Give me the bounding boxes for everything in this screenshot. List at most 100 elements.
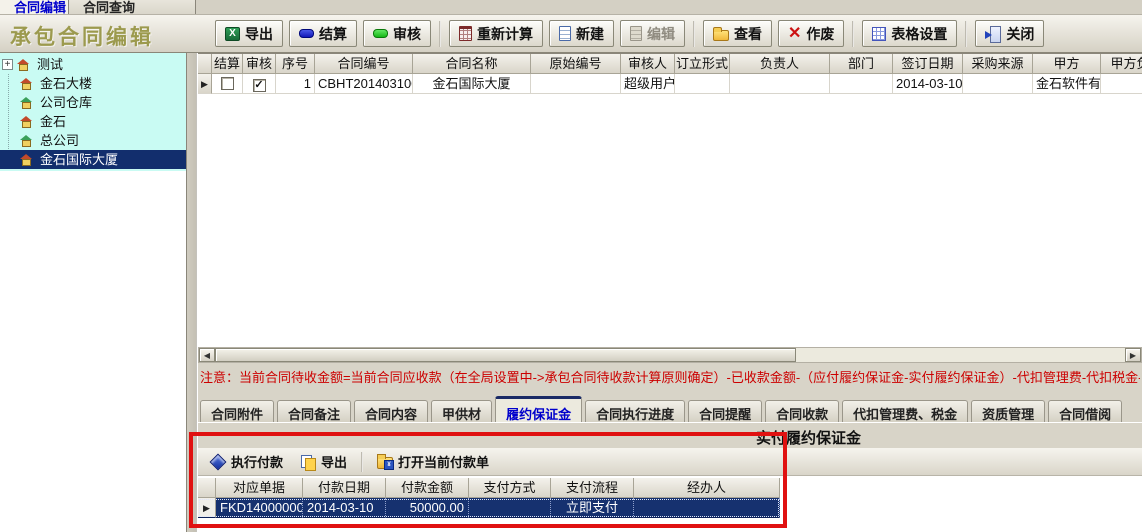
payments-grid-zone: 对应单据 付款日期 付款金额 支付方式 支付流程 经办人 ▶ FKD140000… bbox=[198, 476, 1142, 532]
tree-item-company-warehouse[interactable]: 公司仓库 bbox=[0, 93, 186, 112]
col-sign-date[interactable]: 签订日期 bbox=[893, 54, 963, 74]
tab-contract-reminder[interactable]: 合同提醒 bbox=[688, 400, 762, 422]
col-party-a[interactable]: 甲方 bbox=[1033, 54, 1101, 74]
tab-contract-receipts[interactable]: 合同收款 bbox=[765, 400, 839, 422]
col-original-no[interactable]: 原始编号 bbox=[531, 54, 621, 74]
col-contract-no[interactable]: 合同编号 bbox=[315, 54, 413, 74]
horizontal-scrollbar[interactable]: ◀ ▶ bbox=[198, 347, 1142, 363]
house-icon bbox=[20, 97, 33, 109]
col-auditor[interactable]: 审核人 bbox=[621, 54, 675, 74]
edit-icon bbox=[630, 26, 642, 41]
tab-contract-content[interactable]: 合同内容 bbox=[354, 400, 428, 422]
void-button[interactable]: ✕ 作废 bbox=[778, 20, 844, 47]
tab-qualification-management[interactable]: 资质管理 bbox=[971, 400, 1045, 422]
exit-door-icon bbox=[985, 26, 1001, 41]
tab-party-a-materials[interactable]: 甲供材 bbox=[431, 400, 492, 422]
new-button[interactable]: 新建 bbox=[549, 20, 614, 47]
expand-plus-icon[interactable]: + bbox=[2, 59, 13, 70]
col-settle[interactable]: 结算 bbox=[212, 54, 243, 74]
export-button-label: 导出 bbox=[245, 24, 273, 44]
col-pay-method[interactable]: 支付方式 bbox=[469, 478, 551, 498]
col-party-a-owner[interactable]: 甲方负 bbox=[1101, 54, 1142, 74]
audit-button[interactable]: 审核 bbox=[363, 20, 431, 47]
tab-contract-remarks[interactable]: 合同备注 bbox=[277, 400, 351, 422]
tab-execution-progress[interactable]: 合同执行进度 bbox=[585, 400, 685, 422]
settle-button[interactable]: 结算 bbox=[289, 20, 357, 47]
export-button[interactable]: X 导出 bbox=[215, 20, 283, 47]
deposit-export-button[interactable]: 导出 bbox=[297, 450, 351, 473]
execute-payment-button[interactable]: 执行付款 bbox=[206, 450, 287, 473]
col-doc-no[interactable]: 对应单据 bbox=[216, 478, 303, 498]
settle-cell bbox=[212, 74, 243, 94]
tab-contract-borrowing[interactable]: 合同借阅 bbox=[1048, 400, 1122, 422]
col-dept[interactable]: 部门 bbox=[830, 54, 893, 74]
toolbar-separator bbox=[439, 21, 441, 47]
contract-table-row[interactable]: ▶ ✓ 1 CBHT2014031001 金石国际大厦 超级用户 2014-03… bbox=[198, 74, 1142, 94]
toolbar-separator bbox=[361, 452, 363, 472]
contract-name-cell: 金石国际大厦 bbox=[413, 74, 531, 94]
col-contract-name[interactable]: 合同名称 bbox=[413, 54, 531, 74]
form-cell bbox=[675, 74, 730, 94]
tab-contract-attachments[interactable]: 合同附件 bbox=[200, 400, 274, 422]
tree-item-jinshi[interactable]: 金石 bbox=[0, 112, 186, 131]
house-icon bbox=[20, 154, 33, 166]
recalculate-button[interactable]: 重新计算 bbox=[449, 20, 543, 47]
contracts-grid-header: 结算 审核 序号 合同编号 合同名称 原始编号 审核人 订立形式 负责人 部门 … bbox=[198, 54, 1142, 74]
tree-item-head-office[interactable]: 总公司 bbox=[0, 131, 186, 150]
scroll-left-arrow[interactable]: ◀ bbox=[199, 348, 215, 362]
view-button[interactable]: 查看 bbox=[703, 20, 772, 47]
auditor-cell: 超级用户 bbox=[621, 74, 675, 94]
settle-checkbox[interactable] bbox=[221, 77, 234, 90]
tree-item-jinshi-international[interactable]: 金石国际大厦 bbox=[0, 150, 186, 169]
project-tree-sidebar: + 测试 金石大楼 公司仓库 金石 总公司 bbox=[0, 53, 186, 532]
deposit-export-label: 导出 bbox=[321, 452, 347, 471]
calculator-icon bbox=[459, 26, 472, 41]
payments-grid-header: 对应单据 付款日期 付款金额 支付方式 支付流程 经办人 bbox=[198, 478, 780, 498]
sidebar-splitter[interactable] bbox=[186, 53, 198, 532]
toolbar-separator bbox=[852, 21, 854, 47]
project-tree: + 测试 金石大楼 公司仓库 金石 总公司 bbox=[0, 55, 186, 169]
original-no-cell bbox=[531, 74, 621, 94]
owner-cell bbox=[730, 74, 830, 94]
selector-header-cell bbox=[198, 478, 216, 498]
col-owner[interactable]: 负责人 bbox=[730, 54, 830, 74]
deposit-panel-titlebar: 实付履约保证金 bbox=[198, 422, 1142, 448]
pay-date-cell: 2014-03-10 bbox=[303, 498, 386, 518]
export-pages-icon bbox=[301, 455, 316, 469]
deposit-panel-title: 实付履约保证金 bbox=[756, 427, 861, 448]
tab-withholding-fees-tax[interactable]: 代扣管理费、税金 bbox=[842, 400, 968, 422]
col-seq[interactable]: 序号 bbox=[276, 54, 315, 74]
pay-method-cell bbox=[469, 498, 551, 518]
dept-cell bbox=[830, 74, 893, 94]
col-pay-flow[interactable]: 支付流程 bbox=[551, 478, 634, 498]
scroll-right-arrow[interactable]: ▶ bbox=[1125, 348, 1141, 362]
scrollbar-thumb[interactable] bbox=[215, 348, 796, 362]
payment-table-row[interactable]: ▶ FKD140000002 2014-03-10 50000.00 立即支付 bbox=[198, 498, 780, 518]
tree-item-jinshi-building[interactable]: 金石大楼 bbox=[0, 74, 186, 93]
tree-item-label: 总公司 bbox=[37, 132, 82, 149]
tree-item-test[interactable]: + 测试 bbox=[0, 55, 186, 74]
notice-text: 注意：当前合同待收金额=当前合同应收款（在全局设置中->承包合同待收款计算原则确… bbox=[200, 368, 1140, 388]
col-amount[interactable]: 付款金额 bbox=[386, 478, 469, 498]
contracts-grid: 结算 审核 序号 合同编号 合同名称 原始编号 审核人 订立形式 负责人 部门 … bbox=[198, 53, 1142, 347]
deposit-toolbar: 执行付款 导出 打开当前付款单 bbox=[198, 448, 1142, 476]
tab-contract-query[interactable]: 合同查询 bbox=[68, 0, 196, 15]
col-pay-date[interactable]: 付款日期 bbox=[303, 478, 386, 498]
close-button[interactable]: 关闭 bbox=[975, 20, 1044, 47]
top-tab-strip: 合同编辑 合同查询 bbox=[0, 0, 1142, 15]
col-handler[interactable]: 经办人 bbox=[634, 478, 780, 498]
toolbar-separator bbox=[693, 21, 695, 47]
source-cell bbox=[963, 74, 1033, 94]
col-form[interactable]: 订立形式 bbox=[675, 54, 730, 74]
open-payment-doc-button[interactable]: 打开当前付款单 bbox=[373, 450, 493, 473]
handler-cell bbox=[634, 498, 780, 518]
row-selector: ▶ bbox=[198, 498, 216, 518]
col-source[interactable]: 采购来源 bbox=[963, 54, 1033, 74]
tab-performance-deposit[interactable]: 履约保证金 bbox=[495, 396, 582, 422]
audit-checkbox[interactable]: ✓ bbox=[253, 79, 266, 92]
col-audit[interactable]: 审核 bbox=[243, 54, 276, 74]
tree-item-label: 金石大楼 bbox=[37, 75, 95, 92]
table-settings-button[interactable]: 表格设置 bbox=[862, 20, 957, 47]
tree-item-label: 金石 bbox=[37, 113, 69, 130]
recalculate-button-label: 重新计算 bbox=[477, 24, 533, 44]
